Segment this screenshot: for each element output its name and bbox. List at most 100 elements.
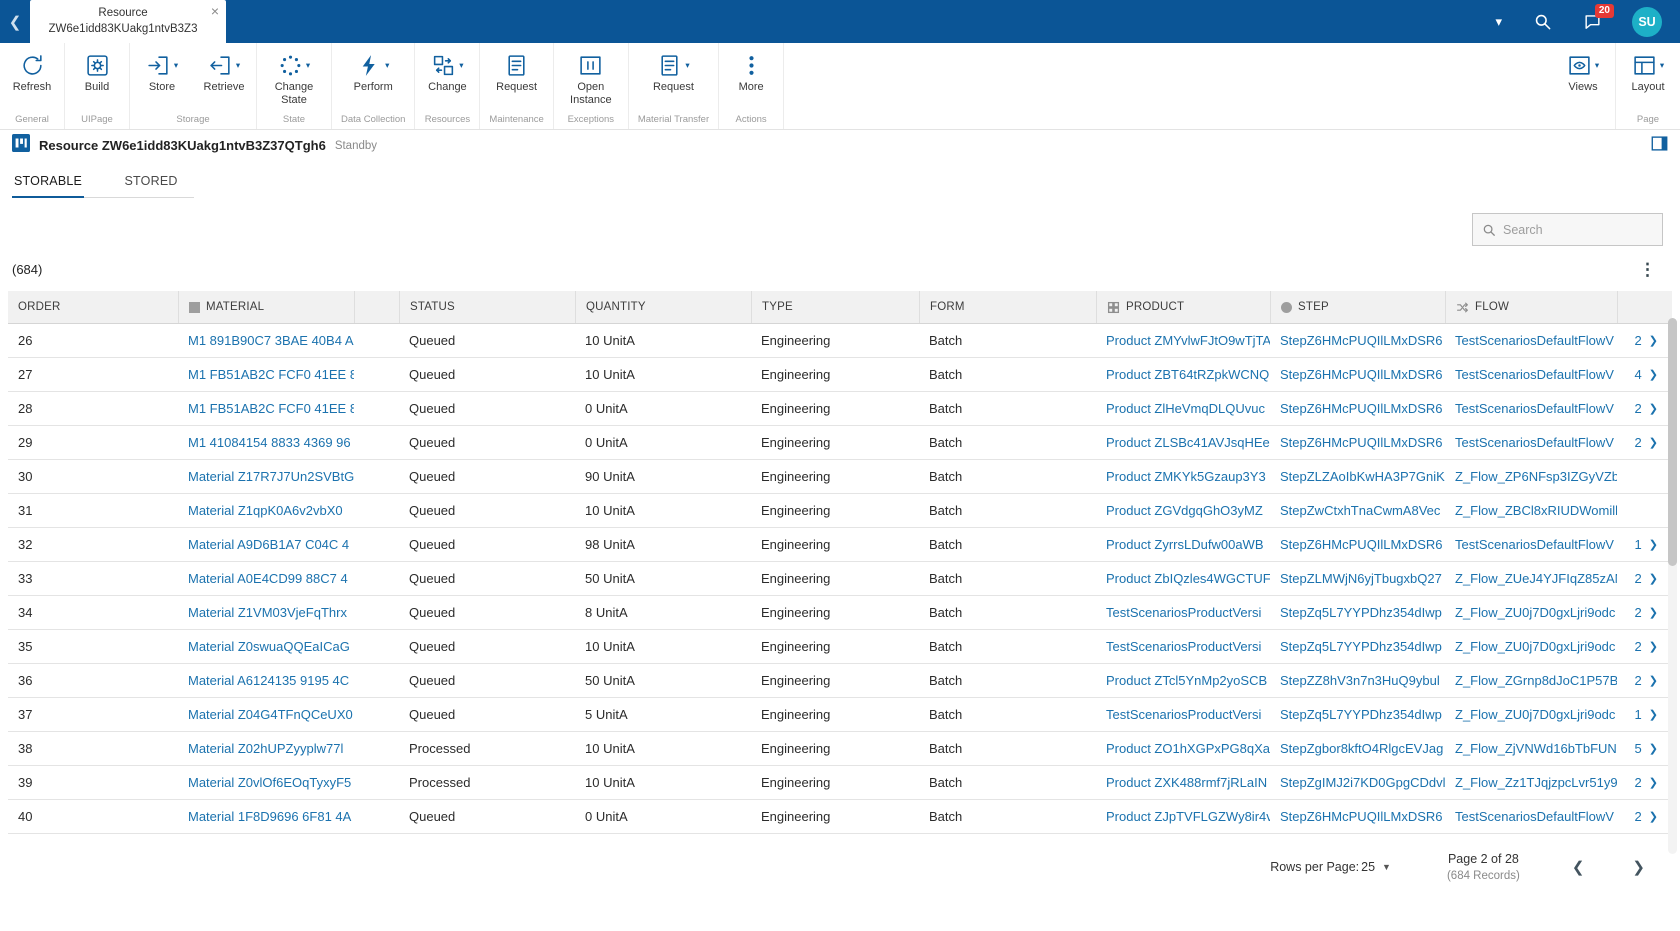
- flow-link[interactable]: Z_Flow_ZUeJ4YJFIqZ85zANE: [1455, 571, 1617, 586]
- flow-link[interactable]: Z_Flow_ZU0j7D0gxLjri9odc: [1455, 707, 1615, 722]
- step-link[interactable]: StepZ6HMcPUQIlLMxDSR6: [1280, 809, 1443, 824]
- step-link[interactable]: StepZ6HMcPUQIlLMxDSR6: [1280, 401, 1443, 416]
- product-link[interactable]: TestScenariosProductVersi: [1106, 639, 1261, 654]
- scrollbar-thumb[interactable]: [1668, 318, 1677, 566]
- flow-link[interactable]: Z_Flow_ZjVNWd16bTbFUNu: [1455, 741, 1617, 756]
- row-detail-link[interactable]: 1 ❯: [1621, 528, 1660, 561]
- material-link[interactable]: Material Z0vlOf6EOqTyxyF5: [188, 775, 351, 790]
- step-link[interactable]: StepZgIMJ2i7KD0GpgCDdvl: [1280, 775, 1445, 790]
- next-page-button[interactable]: ❯: [1622, 852, 1655, 882]
- perform-button[interactable]: ▾ Perform: [350, 48, 396, 94]
- step-link[interactable]: StepZ6HMcPUQIlLMxDSR6: [1280, 435, 1443, 450]
- change-state-button[interactable]: ▾ Change State: [266, 48, 322, 107]
- material-link[interactable]: Material Z02hUPZyyplw77l: [188, 741, 343, 756]
- product-link[interactable]: Product ZJpTVFLGZWy8ir4v: [1106, 809, 1270, 824]
- refresh-button[interactable]: Refresh: [9, 48, 55, 94]
- change-button[interactable]: ▾ Change: [424, 48, 470, 94]
- row-detail-link[interactable]: 2 ❯: [1621, 800, 1660, 833]
- row-detail-link[interactable]: 1 ❯: [1621, 698, 1660, 731]
- column-header-step[interactable]: STEP: [1270, 291, 1445, 323]
- material-link[interactable]: Material Z04G4TFnQCeUX0: [188, 707, 353, 722]
- table-row[interactable]: 37 Material Z04G4TFnQCeUX0 Queued 5 Unit…: [8, 698, 1672, 732]
- step-link[interactable]: StepZ6HMcPUQIlLMxDSR6: [1280, 333, 1443, 348]
- product-link[interactable]: Product ZLSBc41AVJsqHEe: [1106, 435, 1270, 450]
- row-detail-link[interactable]: 4 ❯: [1621, 358, 1660, 391]
- column-header-form[interactable]: FORM: [919, 291, 1096, 323]
- product-link[interactable]: Product ZlHeVmqDLQUvuc: [1106, 401, 1265, 416]
- step-link[interactable]: StepZwCtxhTnaCwmA8Vec: [1280, 503, 1440, 518]
- product-link[interactable]: Product ZTcl5YnMp2yoSCB: [1106, 673, 1267, 688]
- step-link[interactable]: StepZgbor8kftO4RlgcEVJag: [1280, 741, 1443, 756]
- vertical-scrollbar[interactable]: [1668, 318, 1677, 854]
- views-button[interactable]: ▾ Views: [1560, 48, 1606, 94]
- material-link[interactable]: Material Z0swuaQQEaICaG: [188, 639, 350, 654]
- product-link[interactable]: Product ZMYvlwFJtO9wTjTA: [1106, 333, 1270, 348]
- flow-link[interactable]: Z_Flow_Zz1TJqjzpcLvr51y9c: [1455, 775, 1617, 790]
- row-detail-link[interactable]: 2 ❯: [1621, 766, 1660, 799]
- flow-link[interactable]: TestScenariosDefaultFlowV: [1455, 401, 1614, 416]
- row-detail-link[interactable]: 2 ❯: [1621, 562, 1660, 595]
- flow-link[interactable]: Z_Flow_ZBCl8xRIUDWomilk: [1455, 503, 1617, 518]
- table-row[interactable]: 34 Material Z1VM03VjeFqThrx Queued 8 Uni…: [8, 596, 1672, 630]
- flow-link[interactable]: Z_Flow_ZGrnp8dJoC1P57BT: [1455, 673, 1617, 688]
- product-link[interactable]: Product ZyrrsLDufw00aWB: [1106, 537, 1264, 552]
- table-row[interactable]: 29 M1 41084154 8833 4369 96 Queued 0 Uni…: [8, 426, 1672, 460]
- step-link[interactable]: StepZLMWjN6yjTbugxbQ27: [1280, 571, 1442, 586]
- row-detail-link[interactable]: 2 ❯: [1621, 664, 1660, 697]
- material-link[interactable]: Material Z17R7J7Un2SVBtG: [188, 469, 354, 484]
- flow-link[interactable]: TestScenariosDefaultFlowV: [1455, 435, 1614, 450]
- flow-link[interactable]: Z_Flow_ZU0j7D0gxLjri9odc: [1455, 639, 1615, 654]
- product-link[interactable]: TestScenariosProductVersi: [1106, 707, 1261, 722]
- step-link[interactable]: StepZ6HMcPUQIlLMxDSR6: [1280, 537, 1443, 552]
- product-link[interactable]: Product ZXK488rmf7jRLaIN: [1106, 775, 1267, 790]
- product-link[interactable]: Product ZMKYk5Gzaup3Y3: [1106, 469, 1266, 484]
- previous-page-button[interactable]: ❮: [1562, 852, 1595, 882]
- row-detail-link[interactable]: 2 ❯: [1621, 324, 1660, 357]
- flow-link[interactable]: TestScenariosDefaultFlowV: [1455, 367, 1614, 382]
- step-link[interactable]: StepZ6HMcPUQIlLMxDSR6: [1280, 367, 1443, 382]
- material-link[interactable]: M1 891B90C7 3BAE 40B4 A: [188, 333, 354, 348]
- column-header-order[interactable]: ORDER: [8, 291, 178, 323]
- product-link[interactable]: Product ZbIQzles4WGCTUF: [1106, 571, 1270, 586]
- store-button[interactable]: ▾ Store: [139, 48, 185, 94]
- open-instance-button[interactable]: Open Instance: [563, 48, 619, 107]
- step-link[interactable]: StepZLZAoIbKwHA3P7GniK: [1280, 469, 1445, 484]
- flow-link[interactable]: TestScenariosDefaultFlowV: [1455, 537, 1614, 552]
- search-box[interactable]: [1472, 213, 1663, 246]
- request-maintenance-button[interactable]: Request: [494, 48, 540, 94]
- table-row[interactable]: 30 Material Z17R7J7Un2SVBtG Queued 90 Un…: [8, 460, 1672, 494]
- table-row[interactable]: 39 Material Z0vlOf6EOqTyxyF5 Processed 1…: [8, 766, 1672, 800]
- material-link[interactable]: M1 41084154 8833 4369 96: [188, 435, 351, 450]
- table-row[interactable]: 36 Material A6124135 9195 4C Queued 50 U…: [8, 664, 1672, 698]
- table-row[interactable]: 28 M1 FB51AB2C FCF0 41EE 8 Queued 0 Unit…: [8, 392, 1672, 426]
- table-row[interactable]: 32 Material A9D6B1A7 C04C 4 Queued 98 Un…: [8, 528, 1672, 562]
- retrieve-button[interactable]: ▾ Retrieve: [201, 48, 247, 94]
- layout-button[interactable]: ▾ Layout: [1625, 48, 1671, 94]
- table-row[interactable]: 27 M1 FB51AB2C FCF0 41EE 8 Queued 10 Uni…: [8, 358, 1672, 392]
- notifications-icon[interactable]: 20: [1582, 12, 1602, 32]
- material-link[interactable]: M1 FB51AB2C FCF0 41EE 8: [188, 367, 354, 382]
- tab-storable[interactable]: STORABLE: [12, 165, 84, 198]
- table-row[interactable]: 40 Material 1F8D9696 6F81 4A Queued 0 Un…: [8, 800, 1672, 834]
- table-row[interactable]: 26 M1 891B90C7 3BAE 40B4 A Queued 10 Uni…: [8, 324, 1672, 358]
- row-detail-link[interactable]: 2 ❯: [1621, 596, 1660, 629]
- search-icon[interactable]: [1532, 12, 1552, 32]
- column-header-flow[interactable]: FLOW: [1445, 291, 1617, 323]
- column-header-status[interactable]: STATUS: [399, 291, 575, 323]
- table-row[interactable]: 35 Material Z0swuaQQEaICaG Queued 10 Uni…: [8, 630, 1672, 664]
- material-link[interactable]: Material Z1qpK0A6v2vbX0: [188, 503, 343, 518]
- row-detail-link[interactable]: 2 ❯: [1621, 426, 1660, 459]
- close-tab-icon[interactable]: ×: [211, 4, 219, 18]
- material-link[interactable]: Material 1F8D9696 6F81 4A: [188, 809, 351, 824]
- material-link[interactable]: Material A6124135 9195 4C: [188, 673, 349, 688]
- product-link[interactable]: TestScenariosProductVersi: [1106, 605, 1261, 620]
- product-link[interactable]: Product ZBT64tRZpkWCNQ: [1106, 367, 1269, 382]
- row-detail-link[interactable]: 2 ❯: [1621, 392, 1660, 425]
- material-link[interactable]: Material Z1VM03VjeFqThrx: [188, 605, 347, 620]
- row-detail-link[interactable]: 5 ❯: [1621, 732, 1660, 765]
- avatar[interactable]: SU: [1632, 7, 1662, 37]
- table-row[interactable]: 33 Material A0E4CD99 88C7 4 Queued 50 Un…: [8, 562, 1672, 596]
- row-detail-link[interactable]: 2 ❯: [1621, 630, 1660, 663]
- back-icon[interactable]: ❮: [0, 13, 30, 31]
- collapse-menu-icon[interactable]: ▾: [1495, 14, 1502, 30]
